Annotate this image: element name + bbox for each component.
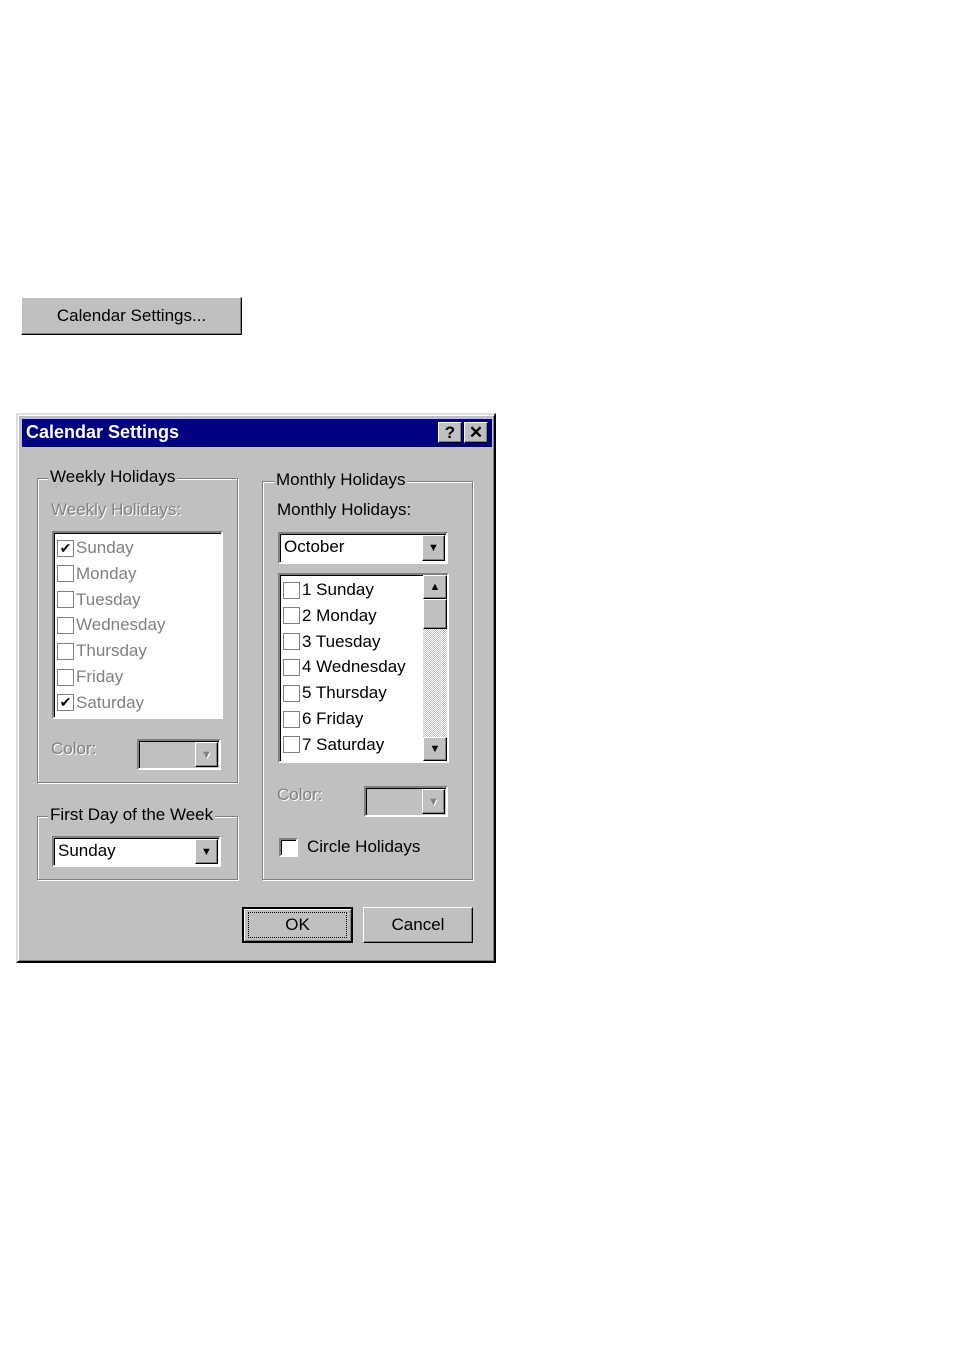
help-icon: ? — [444, 422, 456, 442]
checked-checkbox-icon[interactable]: ✔ — [57, 694, 74, 712]
list-item[interactable]: Thursday — [57, 638, 147, 664]
checkbox-icon[interactable] — [283, 736, 300, 754]
ok-label: OK — [248, 912, 347, 938]
list-item-label: 4 Wednesday — [302, 657, 406, 677]
checkbox-icon[interactable] — [57, 616, 74, 634]
list-item[interactable]: 5 Thursday — [283, 680, 387, 706]
list-item-label: 7 Saturday — [302, 734, 385, 754]
checkbox-icon[interactable] — [57, 591, 74, 609]
button-label: Calendar Settings... — [56, 306, 207, 325]
help-button[interactable]: ? — [438, 422, 462, 443]
list-item[interactable]: ✔ Saturday — [57, 690, 144, 716]
monthly-color-dropdown[interactable]: ▼ — [364, 786, 448, 817]
list-item[interactable]: 6 Friday — [283, 706, 363, 732]
close-icon: ✕ — [468, 422, 484, 442]
list-item[interactable]: Monday — [57, 561, 136, 587]
circle-holidays-checkbox[interactable] — [279, 838, 298, 857]
scrollbar[interactable]: ▲ ▼ — [423, 575, 447, 761]
monthly-holidays-group-label: Monthly Holidays — [274, 470, 408, 490]
chevron-down-icon[interactable]: ▼ — [422, 789, 445, 814]
first-day-dropdown[interactable]: Sunday ▼ — [52, 836, 221, 867]
list-item-label: 5 Thursday — [302, 683, 387, 703]
chevron-down-icon[interactable]: ▼ — [422, 535, 445, 561]
list-item[interactable]: 3 Tuesday — [283, 629, 380, 655]
checked-checkbox-icon[interactable]: ✔ — [57, 539, 74, 557]
close-button[interactable]: ✕ — [464, 422, 488, 443]
list-item-label: Sunday — [76, 538, 134, 557]
list-item[interactable]: Wednesday — [57, 612, 165, 638]
weekly-color-label: Color: — [51, 739, 97, 758]
checkbox-icon[interactable] — [283, 581, 300, 599]
list-item[interactable]: ✔ Sunday — [57, 535, 134, 561]
list-item[interactable]: 2 Monday — [283, 603, 377, 629]
checkbox-icon[interactable] — [283, 684, 300, 702]
list-item-label: Wednesday — [76, 615, 166, 635]
checkbox-icon[interactable] — [57, 642, 74, 660]
weekly-holidays-group-label: Weekly Holidays — [48, 467, 178, 487]
first-day-value: Sunday — [58, 841, 116, 860]
checkbox-icon[interactable] — [283, 633, 300, 651]
list-item-label: Tuesday — [76, 589, 141, 609]
list-item-label: 3 Tuesday — [302, 631, 381, 651]
month-value: October — [284, 537, 345, 556]
checkbox-icon[interactable] — [283, 710, 300, 728]
dialog-title: Calendar Settings — [26, 422, 180, 442]
checkbox-icon[interactable] — [57, 668, 74, 686]
list-item-label: Monday — [76, 563, 137, 583]
list-item-label: 1 Sunday — [302, 580, 374, 599]
list-item-label: Saturday — [76, 692, 145, 712]
monthly-holidays-list-label: Monthly Holidays: — [277, 500, 412, 519]
title-bar: Calendar Settings ? ✕ — [22, 419, 492, 447]
scroll-down-arrow-icon[interactable]: ▼ — [423, 737, 447, 761]
list-item[interactable]: 7 Saturday — [283, 732, 384, 758]
monthly-holidays-list[interactable]: 7 Saturday 6 Friday 5 Thursday 4 Wednesday 3… — [278, 573, 449, 763]
list-item[interactable]: Tuesday — [57, 587, 141, 613]
list-item[interactable]: 4 Wednesday — [283, 654, 406, 680]
cancel-label: Cancel — [391, 915, 445, 934]
monthly-color-label: Color: — [277, 785, 323, 804]
weekly-color-dropdown[interactable]: ▼ — [137, 739, 221, 770]
checkbox-icon[interactable] — [283, 607, 300, 625]
chevron-down-icon[interactable]: ▼ — [195, 839, 218, 864]
scroll-thumb[interactable] — [423, 599, 447, 629]
month-dropdown[interactable]: October ▼ — [278, 532, 448, 564]
ok-button[interactable]: OK — [242, 907, 353, 943]
cancel-button[interactable]: Cancel — [363, 907, 473, 943]
list-item-label: Thursday — [76, 641, 147, 661]
list-item[interactable]: 1 Sunday — [283, 577, 374, 603]
list-item-label: Friday — [76, 667, 124, 686]
list-item[interactable]: Friday — [57, 664, 123, 690]
checkbox-icon[interactable] — [283, 658, 300, 676]
checkbox-icon[interactable] — [57, 565, 74, 583]
calendar-settings-button[interactable]: Calendar Settings... — [21, 297, 242, 335]
chevron-down-icon[interactable]: ▼ — [195, 742, 218, 767]
first-day-group-label: First Day of the Week — [48, 805, 216, 825]
weekly-holidays-list[interactable]: ✔ Saturday Friday Thursday Wednesday Tuesday M… — [52, 531, 223, 719]
scroll-up-arrow-icon[interactable]: ▲ — [423, 575, 447, 599]
circle-holidays-label[interactable]: Circle Holidays — [307, 837, 420, 857]
list-item-label: 6 Friday — [302, 709, 364, 728]
calendar-settings-dialog: Calendar Settings ? ✕ Weekly Holidays We… — [16, 413, 496, 963]
weekly-holidays-list-label: Weekly Holidays: — [51, 500, 182, 519]
list-item-label: 2 Monday — [302, 605, 377, 625]
